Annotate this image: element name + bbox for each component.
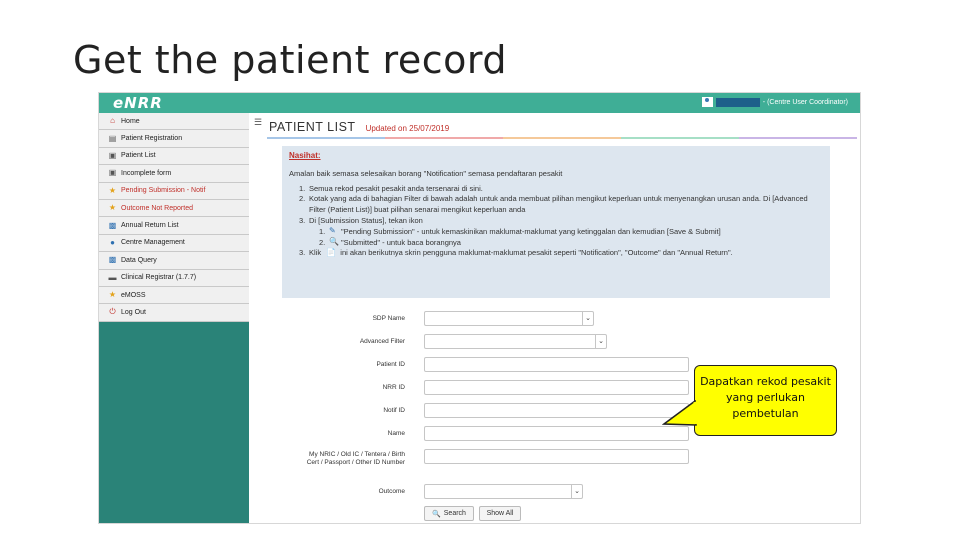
advice-substeps: 1. ✎ "Pending Submission" - untuk kemask… [289,225,823,249]
ic-number-label: My NRIC / Old IC / Tentera / Birth Cert … [306,451,405,466]
sidebar-item[interactable]: ▣ Incomplete form [99,165,249,183]
document-icon: ▤ [108,133,117,143]
chevron-down-icon: ⌄ [571,485,582,498]
sidebar-item-label: Patient List [121,152,156,160]
advice-substep: 1. ✎ "Pending Submission" - untuk kemask… [319,225,721,236]
edit-icon: ✎ [329,225,336,235]
sidebar-item-label: Log Out [121,308,146,316]
sidebar-item[interactable]: ★ eMOSS [99,287,249,305]
sidebar-item-label: eMOSS [121,291,146,299]
nrr-id-input[interactable] [424,380,689,395]
slide-title: Get the patient record [73,38,507,82]
sidebar-item-label: Clinical Registrar (1.7.7) [121,274,197,282]
search-button[interactable]: 🔍 Search [424,506,474,521]
advice-step: 3. Klik 📄 ini akan berikutnya skrin peng… [299,248,733,258]
advanced-filter-select[interactable]: ⌄ [424,334,607,349]
outcome-select[interactable]: ⌄ [424,484,583,499]
main-content: ☰ PATIENT LIST Updated on 25/07/2019 Nas… [249,113,860,523]
user-menu[interactable]: - (Centre User Coordinator) [701,97,848,107]
notif-id-label: Notif ID [383,407,405,414]
users-icon: ● [110,237,115,247]
outcome-label: Outcome [378,488,405,495]
show-all-button[interactable]: Show All [479,506,521,521]
page-title: PATIENT LIST [269,120,356,134]
user-icon [701,97,713,107]
advice-step: 1. Semua rekod pesakit pesakit anda ters… [299,183,483,193]
form-buttons-row: 🔍 Search Show All [249,506,860,522]
advice-substep: 2. 🔍 "Submitted" - untuk baca borangnya [319,236,461,247]
ic-number-row: My NRIC / Old IC / Tentera / Birth Cert … [249,449,860,475]
form-icon: 📄 [326,248,337,258]
advice-step: 2. Kotak yang ada di bahagian Filter di … [299,194,808,215]
clipboard-icon: ▣ [108,150,117,160]
sidebar-item-label: Incomplete form [121,169,172,177]
sidebar-item[interactable]: ▩ Annual Return List [99,217,249,235]
star-icon: ★ [108,185,117,195]
callout-pointer [662,400,698,426]
name-input[interactable] [424,426,689,441]
advanced-filter-label: Advanced Filter [359,338,405,345]
folder-icon: ▬ [108,272,117,282]
advice-panel: Nasihat: Amalan baik semasa selesaikan b… [282,146,830,298]
patient-id-label: Patient ID [376,361,405,368]
name-label: Name [387,430,405,437]
chart-icon: ▩ [108,255,117,265]
sidebar-item-label: Patient Registration [121,135,183,143]
site-name-select[interactable]: ⌄ [424,311,594,326]
advice-intro: Amalan baik semasa selesaikan borang "No… [289,168,563,178]
site-name-label: SDP Name [372,315,405,322]
ic-number-input[interactable] [424,449,689,464]
search-icon: 🔍 [432,510,441,518]
sidebar-item[interactable]: ▤ Patient Registration [99,130,249,148]
callout-box: Dapatkan rekod pesakit yang perlukan pem… [694,365,837,436]
header-divider [267,137,857,139]
advice-steps-final: 3. Klik 📄 ini akan berikutnya skrin peng… [289,248,823,259]
menu-toggle-icon[interactable]: ☰ [254,117,262,128]
sidebar-item[interactable]: ▬ Clinical Registrar (1.7.7) [99,270,249,287]
user-role: - (Centre User Coordinator) [762,98,848,106]
sidebar-item[interactable]: ▣ Patient List [99,148,249,166]
sidebar: ⌂ Home ▤ Patient Registration ▣ Patient List ▣… [99,113,249,523]
chart-icon: ▩ [108,220,117,230]
advanced-filter-row: Advanced Filter ⌄ [249,334,860,350]
updated-date: Updated on 25/07/2019 [365,124,450,133]
sidebar-item[interactable]: ★ Pending Submission - Notif [99,183,249,200]
page-header: PATIENT LIST Updated on 25/07/2019 [269,120,449,134]
sidebar-item[interactable]: ★ Outcome Not Reported [99,200,249,218]
sidebar-item[interactable]: ⌂ Home [99,113,249,131]
site-name-row: SDP Name ⌄ [249,311,860,327]
chevron-down-icon: ⌄ [582,312,593,325]
app-screenshot: eNRR - (Centre User Coordinator) ⌂ Home ▤ P… [98,92,861,524]
sidebar-menu: ⌂ Home ▤ Patient Registration ▣ Patient List ▣… [99,113,249,322]
advice-steps: 1. Semua rekod pesakit pesakit anda ters… [289,184,823,227]
sidebar-item-label: Centre Management [121,239,185,247]
sidebar-item-label: Outcome Not Reported [121,204,193,212]
star-icon: ★ [108,290,117,300]
outcome-row: Outcome ⌄ [249,484,860,500]
advice-title: Nasihat: [289,151,321,160]
top-bar: eNRR - (Centre User Coordinator) [99,93,860,113]
star-icon: ★ [108,203,117,213]
nrr-id-label: NRR ID [382,384,405,391]
advice-step: 3. Di [Submission Status], tekan ikon [299,215,423,225]
sidebar-item-label: Pending Submission - Notif [121,187,206,195]
app-logo[interactable]: eNRR [113,94,163,112]
slide: Get the patient record eNRR - (Centre Us… [0,0,960,540]
notif-id-input[interactable] [424,403,689,418]
magnifier-icon: 🔍 [329,236,339,246]
chevron-down-icon: ⌄ [595,335,606,348]
clipboard-icon: ▣ [108,168,117,178]
sidebar-item[interactable]: ▩ Data Query [99,252,249,270]
sidebar-item[interactable]: ⏻ Log Out [99,304,249,322]
sidebar-item-label: Annual Return List [121,222,179,230]
power-icon: ⏻ [109,307,116,317]
patient-id-input[interactable] [424,357,689,372]
sidebar-item-label: Home [121,117,140,125]
sidebar-item-label: Data Query [121,256,157,264]
home-icon: ⌂ [110,116,115,126]
user-name-redacted [715,97,760,107]
sidebar-item[interactable]: ● Centre Management [99,235,249,253]
